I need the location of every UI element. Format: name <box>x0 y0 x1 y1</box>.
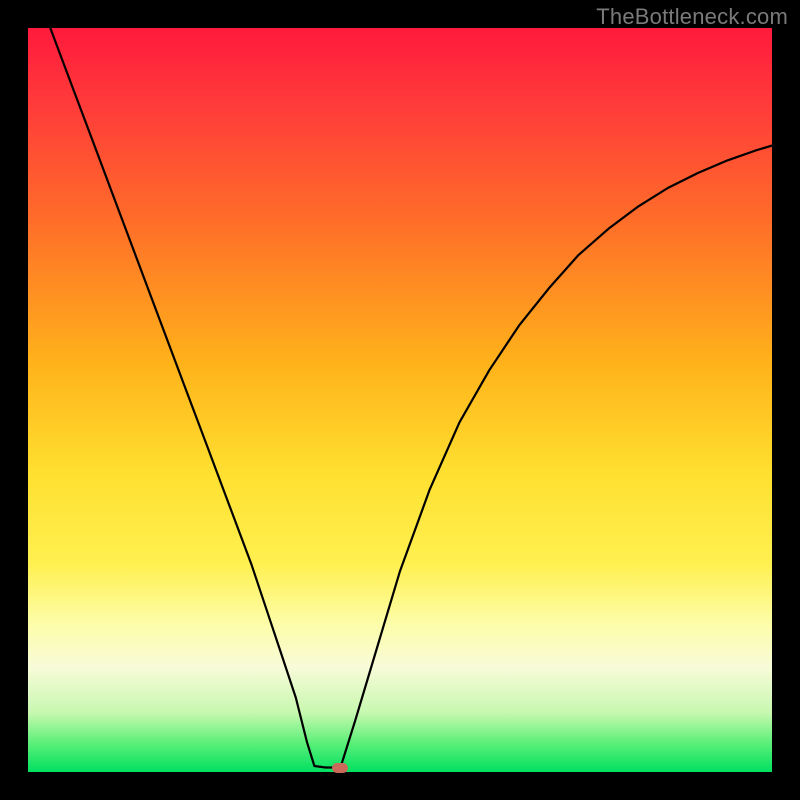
curve-svg <box>28 28 772 772</box>
minimum-marker <box>332 763 348 773</box>
bottleneck-curve <box>50 28 772 768</box>
watermark-text: TheBottleneck.com <box>596 4 788 30</box>
plot-area <box>28 28 772 772</box>
